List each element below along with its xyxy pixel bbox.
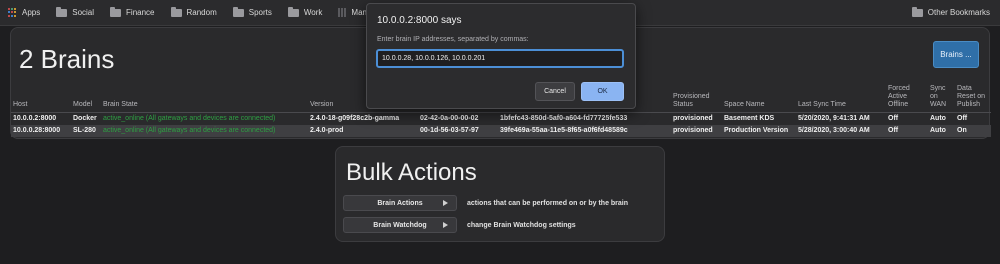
bookmark-folder-label: Finance — [126, 8, 155, 17]
cell-forced-active-offline: Off — [888, 114, 899, 122]
brain-watchdog-label: Brain Watchdog — [373, 221, 427, 229]
folder-icon — [170, 6, 182, 17]
cell-data-reset-on-publish: On — [955, 124, 991, 137]
cell-version: 2.4.0-prod — [308, 124, 418, 137]
ok-button[interactable]: OK — [581, 82, 624, 101]
cell-mac: 00-1d-56-03-57-97 — [418, 124, 498, 137]
cell-last-sync-time: 5/20/2020, 9:41:31 AM — [798, 114, 870, 122]
cell-sync-on-wan: Auto — [930, 114, 946, 122]
cell-uuid: 39fe469a-55aa-11e5-8f65-a0f6fd48589c — [498, 124, 671, 137]
column-header-data-reset-on-publish[interactable]: Data Reset on Publish — [955, 82, 991, 113]
cancel-button[interactable]: Cancel — [535, 82, 575, 101]
caret-right-icon — [443, 222, 448, 228]
bookmark-other-bookmarks[interactable]: Other Bookmarks — [911, 4, 990, 22]
cell-data-reset-on-publish: Off — [957, 114, 968, 122]
cell-last-sync-time: 5/28/2020, 3:00:40 AM — [796, 124, 886, 137]
brain-ip-input[interactable] — [376, 49, 624, 68]
bookmark-folder-label: Random — [186, 8, 217, 17]
column-header-model[interactable]: Model — [71, 82, 101, 113]
dialog-title: 10.0.0.2:8000 says — [377, 15, 462, 26]
column-header-forced-active-offline[interactable]: Forced Active Offline — [886, 82, 928, 113]
column-header-sync-on-wan[interactable]: Sync on WAN — [928, 82, 955, 113]
cell-model: SL-280 — [71, 124, 101, 137]
cell-sync-on-wan: Auto — [928, 124, 955, 137]
brain-actions-label: Brain Actions — [377, 199, 423, 207]
bookmark-folder-label: Sports — [248, 8, 272, 17]
brain-actions-description: actions that can be performed on or by t… — [467, 199, 629, 207]
cell-space-name: Basement KDS — [724, 114, 775, 122]
bulk-action-row: Brain Watchdog change Brain Watchdog set… — [343, 217, 576, 233]
bookmark-folder-random[interactable]: Random — [170, 4, 217, 22]
bookmark-other-label: Other Bookmarks — [927, 8, 990, 17]
brain-actions-button[interactable]: Brain Actions — [343, 195, 457, 211]
table-row[interactable]: 10.0.0.2:8000 Docker active_online (All … — [11, 112, 991, 125]
cell-host: 10.0.0.28:8000 — [11, 124, 71, 137]
column-header-host[interactable]: Host — [11, 82, 71, 113]
folder-icon — [232, 6, 244, 17]
bulk-action-row: Brain Actions actions that can be perfor… — [343, 195, 628, 211]
cell-uuid: 1bfefc43-850d-5af0-a604-fd77725fe533 — [500, 114, 628, 122]
bookmark-folder-label: Work — [303, 8, 323, 17]
cell-provisioned-status: provisioned — [673, 114, 713, 122]
bookmark-folder-finance[interactable]: Finance — [110, 4, 155, 22]
brain-watchdog-button[interactable]: Brain Watchdog — [343, 217, 457, 233]
dialog-message: Enter brain IP addresses, separated by c… — [377, 36, 529, 43]
cell-forced-active-offline: Off — [886, 124, 928, 137]
brain-watchdog-description: change Brain Watchdog settings — [467, 221, 576, 229]
column-header-last-sync-time[interactable]: Last Sync Time — [796, 82, 886, 113]
column-header-space-name[interactable]: Space Name — [722, 82, 796, 113]
table-row[interactable]: 10.0.0.28:8000 SL-280 active_online (All… — [11, 124, 991, 137]
folder-icon — [56, 6, 68, 17]
brains-menu-button[interactable]: Brains ... — [933, 41, 979, 68]
cell-brain-state: active_online (All gateways and devices … — [103, 114, 276, 122]
bookmark-folder-work[interactable]: Work — [287, 4, 323, 22]
folder-icon — [911, 6, 923, 17]
prompt-dialog: 10.0.0.2:8000 says Enter brain IP addres… — [366, 3, 636, 109]
cell-host: 10.0.0.2:8000 — [13, 114, 57, 122]
bulk-actions-title: Bulk Actions — [346, 159, 477, 186]
cell-mac: 02-42-0a-00-00-02 — [420, 114, 479, 122]
bookmark-apps[interactable]: Apps — [8, 4, 40, 22]
cell-version: 2.4.0-18-g09f28c2b-gamma — [310, 114, 400, 122]
caret-right-icon — [443, 200, 448, 206]
apps-grid-icon — [8, 8, 17, 17]
cell-space-name: Production Version — [722, 124, 796, 137]
cell-provisioned-status: provisioned — [671, 124, 722, 137]
bookmark-folder-sports[interactable]: Sports — [232, 4, 272, 22]
column-header-brain-state[interactable]: Brain State — [101, 82, 308, 113]
cell-model: Docker — [73, 114, 97, 122]
folder-icon — [110, 6, 122, 17]
page-title: 2 Brains — [19, 44, 115, 74]
folder-icon — [287, 6, 299, 17]
bookmark-folder-label: Social — [72, 8, 95, 17]
bulk-actions-panel: Bulk Actions Brain Actions actions that … — [335, 146, 665, 242]
cell-brain-state: active_online (All gateways and devices … — [101, 124, 308, 137]
bookmark-apps-label: Apps — [22, 8, 41, 17]
manager-icon — [338, 8, 347, 17]
bookmark-folder-social[interactable]: Social — [56, 4, 94, 22]
column-header-provisioned-status[interactable]: Provisioned Status — [671, 82, 722, 113]
